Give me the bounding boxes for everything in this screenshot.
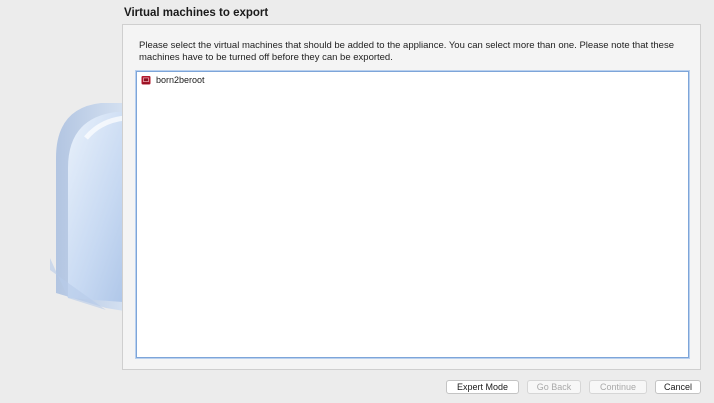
expert-mode-button[interactable]: Expert Mode (446, 380, 519, 394)
page-title: Virtual machines to export (124, 7, 269, 19)
vm-name: born2beroot (156, 75, 205, 85)
list-item[interactable]: born2beroot (141, 74, 205, 86)
cancel-button[interactable]: Cancel (655, 380, 701, 394)
content-panel: Please select the virtual machines that … (122, 24, 701, 370)
continue-button[interactable]: Continue (589, 380, 647, 394)
go-back-button[interactable]: Go Back (527, 380, 581, 394)
vm-icon (141, 76, 151, 85)
instructions-text: Please select the virtual machines that … (139, 40, 675, 63)
export-appliance-window: Virtual machines to export Please select… (0, 0, 714, 403)
vm-list[interactable]: born2beroot (136, 71, 689, 358)
